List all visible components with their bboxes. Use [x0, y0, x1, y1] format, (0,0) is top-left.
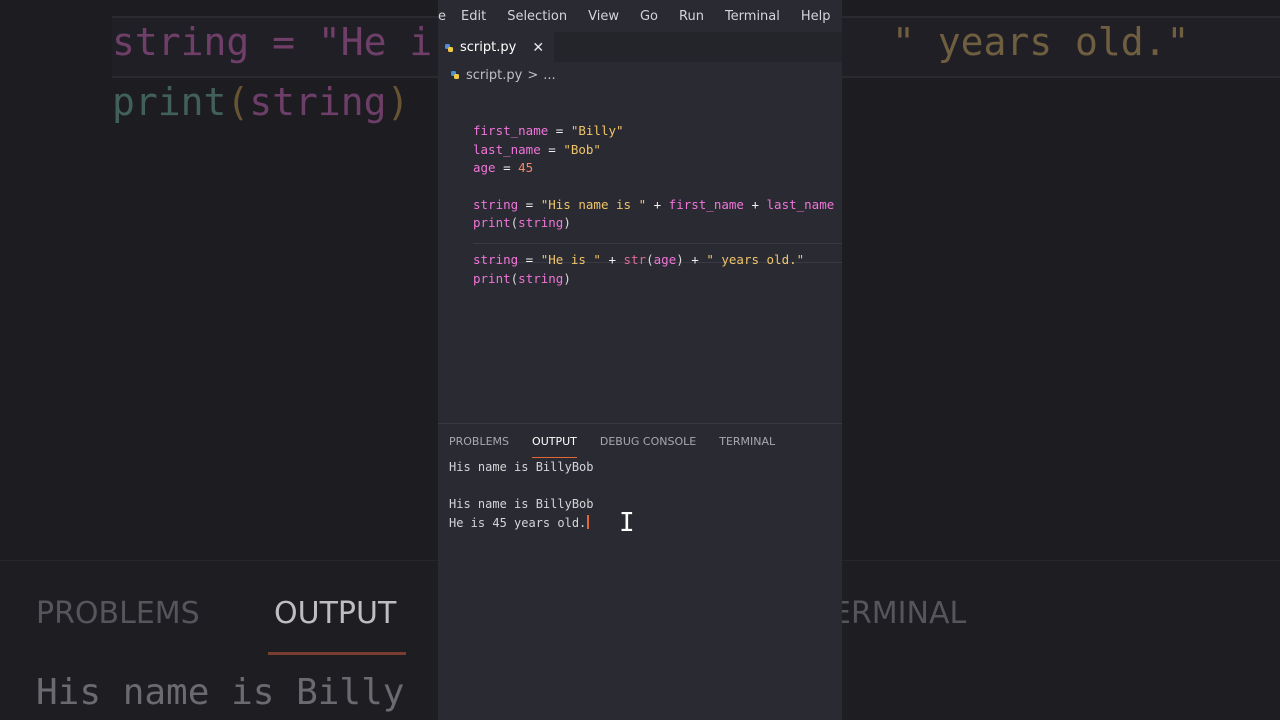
panel-tabs: PROBLEMS OUTPUT DEBUG CONSOLE TERMINAL	[438, 424, 842, 458]
tab-problems[interactable]: PROBLEMS	[449, 435, 509, 448]
tab-bar: script.py ✕	[438, 32, 842, 62]
menu-go[interactable]: Go	[640, 9, 658, 24]
text-caret	[587, 514, 590, 529]
menu-view[interactable]: View	[588, 9, 619, 24]
background-code-line-1-right: " years old."	[892, 20, 1190, 64]
menu-edit[interactable]: Edit	[461, 9, 486, 24]
chevron-right-icon: >	[527, 67, 539, 83]
menu-run[interactable]: Run	[679, 9, 704, 24]
tab-terminal[interactable]: TERMINAL	[719, 435, 775, 448]
editor-window: e Edit Selection View Go Run Terminal He…	[438, 0, 842, 720]
bottom-panel: PROBLEMS OUTPUT DEBUG CONSOLE TERMINAL H…	[438, 423, 842, 720]
tab-script-py[interactable]: script.py ✕	[438, 32, 555, 62]
background-output: His name is Billy	[36, 672, 405, 713]
background-tab-output: OUTPUT	[274, 596, 397, 631]
breadcrumb: script.py > ...	[438, 62, 842, 88]
close-icon[interactable]: ✕	[532, 40, 544, 56]
menu-help[interactable]: Help	[801, 9, 831, 24]
ibeam-cursor-icon: I	[619, 508, 635, 538]
background-tab-underline	[268, 652, 406, 655]
python-icon	[451, 71, 459, 79]
tab-debug-console[interactable]: DEBUG CONSOLE	[600, 435, 696, 448]
breadcrumb-more[interactable]: ...	[543, 68, 555, 83]
output-line: His name is BillyBob	[449, 460, 594, 474]
tab-output[interactable]: OUTPUT	[532, 435, 577, 458]
code-line-1: first_name = "Billy"	[473, 123, 624, 138]
code-editor[interactable]: first_name = "Billy" last_name = "Bob" a…	[438, 88, 842, 421]
menu-terminal[interactable]: Terminal	[725, 9, 780, 24]
menu-file[interactable]: e	[438, 9, 446, 24]
breadcrumb-file[interactable]: script.py	[466, 68, 522, 83]
background-code-line-2: print(string)	[112, 80, 410, 124]
background-tab-terminal: ERMINAL	[832, 596, 967, 631]
menu-bar: e Edit Selection View Go Run Terminal He…	[438, 0, 842, 32]
code-line-9: print(string)	[473, 271, 571, 286]
output-line: His name is BillyBob	[449, 497, 594, 511]
background-tab-problems: PROBLEMS	[36, 596, 200, 631]
output-line: He is 45 years old.	[449, 514, 842, 533]
code-line-3: age = 45	[473, 160, 534, 175]
code-line-5: string = "His name is " + first_name + l…	[473, 197, 835, 212]
code-line-6: print(string)	[473, 215, 571, 230]
background-code-line-1: string = "He i	[112, 20, 433, 64]
tab-label: script.py	[460, 40, 517, 55]
python-icon	[445, 43, 453, 52]
code-line-2: last_name = "Bob"	[473, 142, 601, 157]
menu-selection[interactable]: Selection	[507, 9, 567, 24]
code-line-8: string = "He is " + str(age) + " years o…	[473, 252, 805, 267]
output-text[interactable]: His name is BillyBob His name is BillyBo…	[438, 458, 842, 532]
